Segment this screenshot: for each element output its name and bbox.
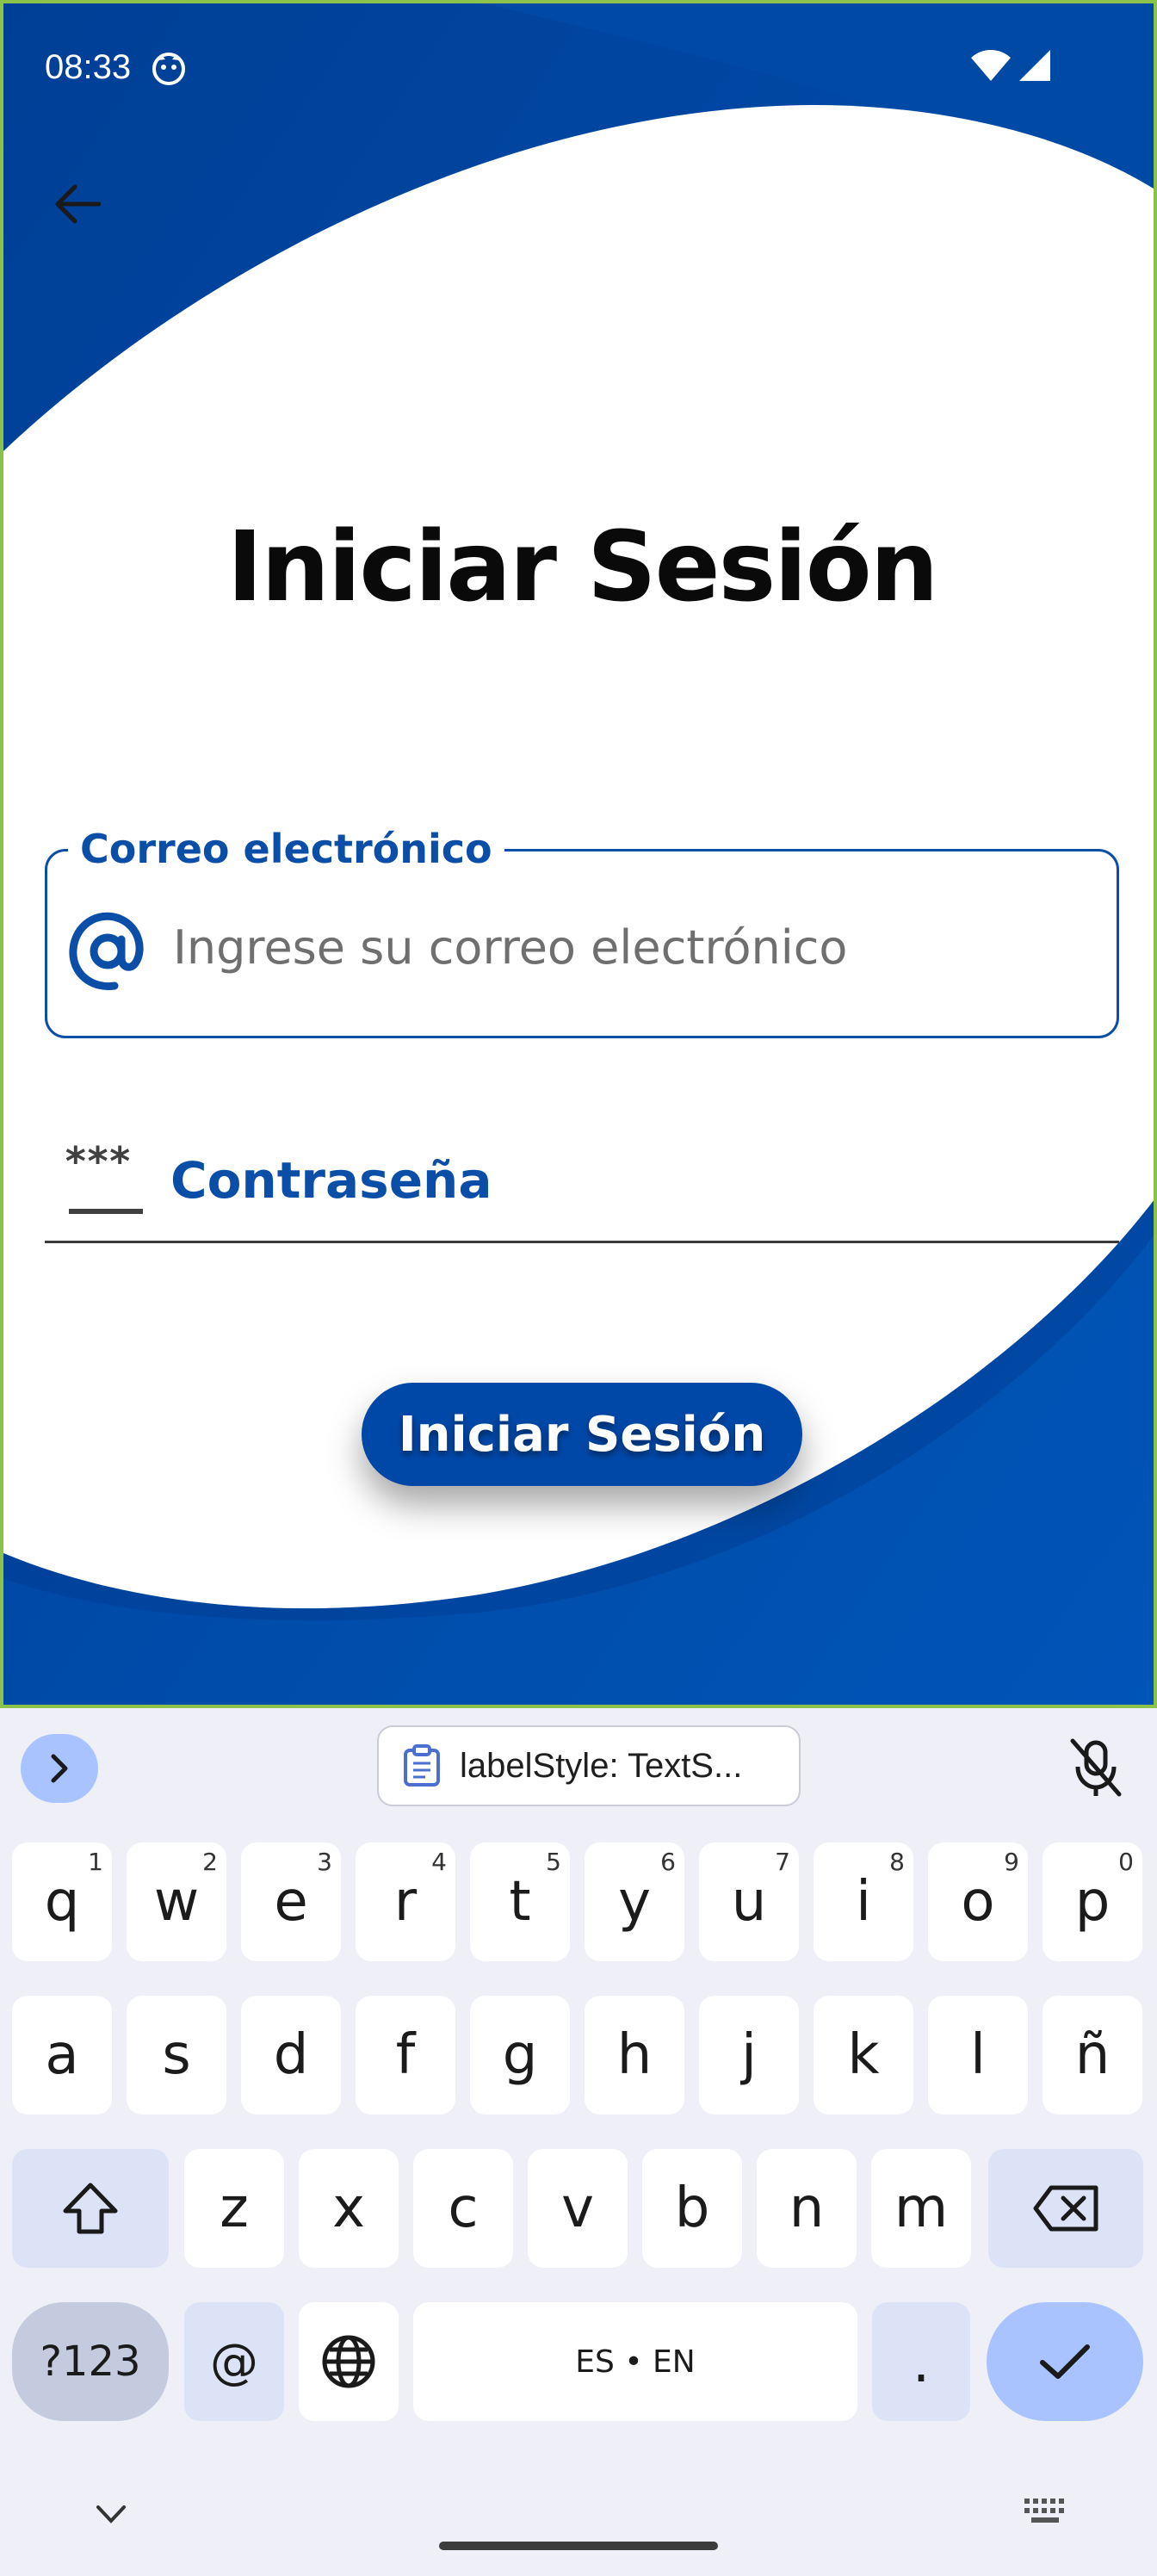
key-e[interactable]: e3 (241, 1842, 341, 1961)
key-n[interactable]: n (757, 2149, 857, 2268)
password-input[interactable] (169, 1136, 1085, 1224)
key-n-tilde[interactable]: ñ (1043, 1996, 1142, 2115)
key-m[interactable]: m (871, 2149, 971, 2268)
chevron-right-icon (51, 1754, 68, 1783)
page-title: Iniciar Sesión (226, 511, 939, 623)
hide-keyboard-chevron-icon[interactable] (93, 2502, 129, 2528)
password-icon-stars: *** (64, 1138, 132, 1185)
enter-key[interactable] (987, 2302, 1143, 2421)
key-q[interactable]: q1 (12, 1842, 112, 1961)
language-key[interactable] (299, 2302, 399, 2421)
login-button[interactable]: Iniciar Sesión (362, 1383, 802, 1486)
clipboard-suggestion[interactable]: labelStyle: TextS... (377, 1725, 801, 1806)
key-l[interactable]: l (928, 1996, 1028, 2115)
key-j[interactable]: j (699, 1996, 799, 2115)
clipboard-icon (404, 1744, 440, 1786)
keyboard-switch-icon[interactable] (1024, 2499, 1069, 2526)
password-field[interactable]: *** (45, 1114, 1119, 1243)
at-key[interactable]: @ (184, 2302, 284, 2421)
key-s[interactable]: s (127, 1996, 226, 2115)
clipboard-text: labelStyle: TextS... (460, 1746, 743, 1785)
space-key[interactable]: ES • EN (413, 2302, 857, 2421)
key-k[interactable]: k (814, 1996, 913, 2115)
wifi-icon (971, 50, 1011, 81)
back-button[interactable] (41, 169, 112, 239)
key-f[interactable]: f (356, 1996, 455, 2115)
backspace-key[interactable] (988, 2149, 1143, 2268)
email-field[interactable]: Correo electrónico (45, 826, 1119, 1038)
password-icon: *** (64, 1138, 150, 1214)
arrow-left-icon (55, 184, 101, 224)
at-sign-icon (69, 912, 144, 991)
key-p[interactable]: p0 (1043, 1842, 1142, 1961)
key-a[interactable]: a (12, 1996, 112, 2115)
key-u[interactable]: u7 (699, 1842, 799, 1961)
key-i[interactable]: i8 (814, 1842, 913, 1961)
key-d[interactable]: d (241, 1996, 341, 2115)
login-screen: 08:33 Iniciar Sesión Correo electrónico … (0, 0, 1157, 1708)
key-r[interactable]: r4 (356, 1842, 455, 1961)
key-g[interactable]: g (470, 1996, 570, 2115)
email-input[interactable] (171, 903, 1087, 991)
keyboard-toolbar: labelStyle: TextS... (0, 1708, 1157, 1820)
key-t[interactable]: t5 (470, 1842, 570, 1961)
email-label: Correo electrónico (68, 826, 504, 872)
key-c[interactable]: c (413, 2149, 513, 2268)
app-notification-icon (152, 53, 185, 85)
key-b[interactable]: b (642, 2149, 742, 2268)
cellular-signal-icon (1019, 50, 1050, 81)
key-y[interactable]: y6 (585, 1842, 684, 1961)
microphone-off-icon[interactable] (1067, 1737, 1124, 1798)
symbols-key[interactable]: ?123 (12, 2302, 169, 2421)
key-w[interactable]: w2 (127, 1842, 226, 1961)
keyboard-expand-button[interactable] (21, 1734, 98, 1803)
status-time: 08:33 (45, 48, 132, 86)
on-screen-keyboard: labelStyle: TextS... q1 w2 e3 r4 t5 y6 u… (0, 1708, 1157, 2576)
key-o[interactable]: o9 (928, 1842, 1028, 1961)
key-z[interactable]: z (184, 2149, 284, 2268)
shift-arrow-icon (63, 2183, 118, 2234)
globe-icon (322, 2335, 375, 2388)
status-bar: 08:33 (3, 3, 1154, 133)
key-h[interactable]: h (585, 1996, 684, 2115)
key-x[interactable]: x (299, 2149, 399, 2268)
checkmark-icon (1040, 2344, 1090, 2379)
home-indicator[interactable] (439, 2542, 718, 2550)
backspace-icon (1033, 2185, 1098, 2232)
shift-key[interactable] (12, 2149, 169, 2268)
key-v[interactable]: v (528, 2149, 628, 2268)
period-key[interactable]: . (872, 2302, 970, 2421)
